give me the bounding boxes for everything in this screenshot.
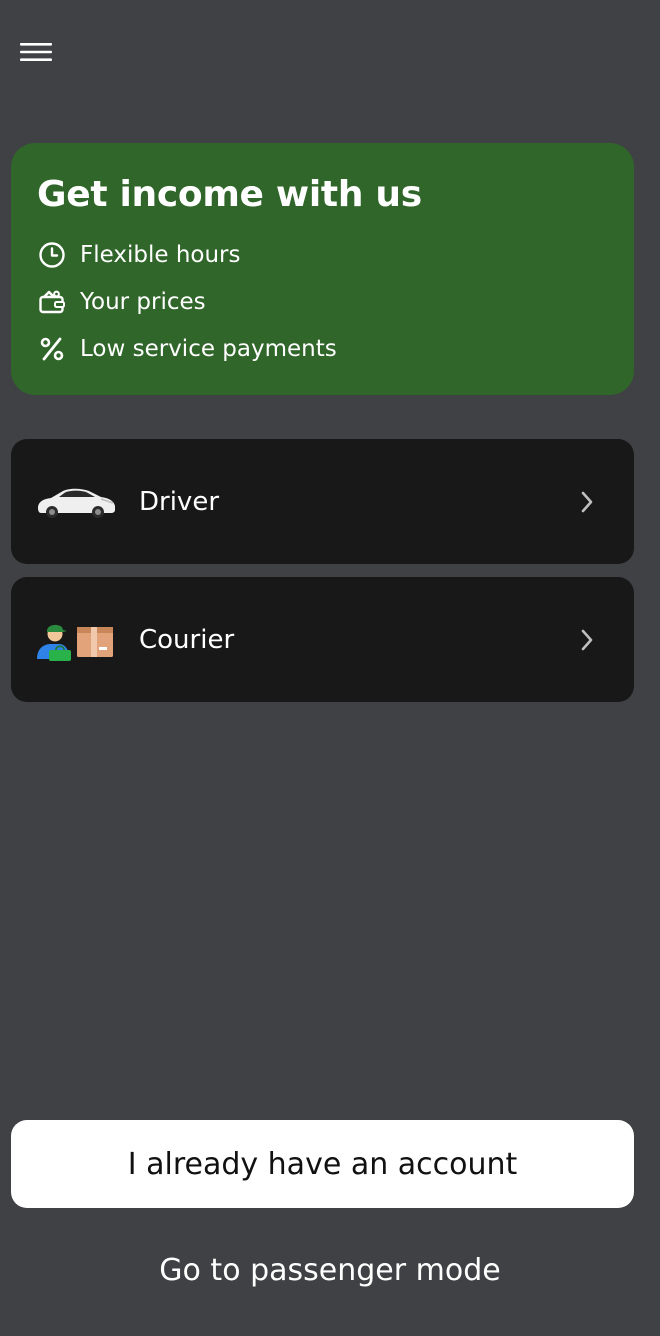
feature-flexible-hours: Flexible hours — [37, 231, 608, 278]
feature-your-prices: Your prices — [37, 278, 608, 325]
promo-card: Get income with us Flexible hours Your p… — [11, 143, 634, 395]
courier-option[interactable]: Courier — [11, 577, 634, 702]
percent-icon — [37, 334, 67, 364]
feature-label: Flexible hours — [80, 241, 241, 268]
hamburger-menu-icon — [20, 43, 52, 61]
menu-button[interactable] — [14, 32, 58, 72]
feature-label: Low service payments — [80, 335, 337, 362]
feature-label: Your prices — [80, 288, 206, 315]
wallet-icon — [37, 287, 67, 317]
chevron-right-icon — [572, 487, 602, 517]
chevron-right-icon — [572, 625, 602, 655]
feature-low-payments: Low service payments — [37, 325, 608, 372]
driver-option[interactable]: Driver — [11, 439, 634, 564]
promo-title: Get income with us — [37, 174, 422, 215]
courier-icon — [35, 610, 117, 670]
courier-label: Courier — [139, 624, 235, 655]
passenger-mode-link[interactable]: Go to passenger mode — [0, 1246, 660, 1296]
car-icon — [35, 472, 117, 532]
driver-label: Driver — [139, 486, 220, 517]
already-have-account-button[interactable]: I already have an account — [11, 1120, 634, 1208]
clock-icon — [37, 240, 67, 270]
